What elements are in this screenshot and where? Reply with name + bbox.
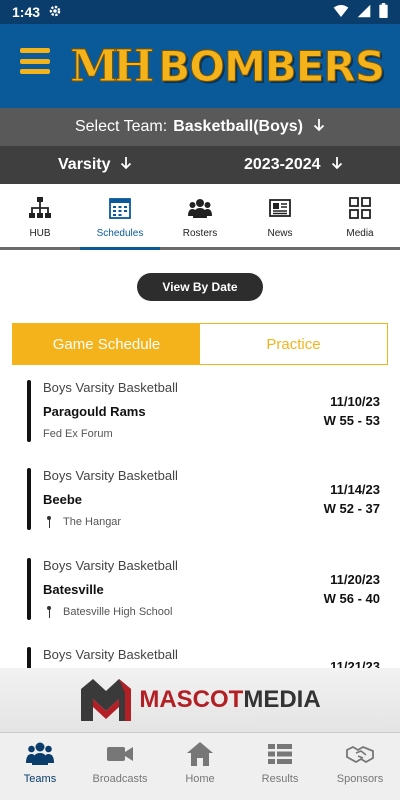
nav-label: Broadcasts bbox=[92, 773, 148, 785]
game-sport: Boys Varsity Basketball bbox=[43, 380, 178, 395]
game-result: W 55 - 53 bbox=[323, 413, 380, 428]
nav-label: Sponsors bbox=[336, 773, 384, 785]
people-icon bbox=[188, 199, 212, 218]
game-item[interactable]: Boys Varsity Basketball Beebe The Hangar… bbox=[0, 460, 400, 544]
game-divider-bar bbox=[27, 380, 31, 442]
level-season-bar: Varsity 2023-2024 bbox=[0, 146, 400, 184]
select-team-value: Basketball(Boys) bbox=[173, 118, 304, 135]
tab-label: Rosters bbox=[182, 228, 218, 239]
view-by-date-button[interactable]: View By Date bbox=[137, 273, 263, 301]
arrow-down-icon bbox=[331, 156, 343, 174]
season-dropdown[interactable]: 2023-2024 bbox=[244, 146, 343, 184]
tab-schedules[interactable]: Schedules bbox=[80, 184, 160, 250]
location-pin-icon bbox=[47, 606, 51, 618]
game-result: W 52 - 37 bbox=[323, 501, 380, 516]
game-divider-bar bbox=[27, 468, 31, 530]
game-item[interactable]: Boys Varsity Basketball 11/21/23 bbox=[0, 639, 400, 668]
location-pin-icon bbox=[47, 516, 51, 528]
practice-button[interactable]: Practice bbox=[200, 324, 387, 364]
game-date: 11/10/23 bbox=[330, 394, 380, 409]
team-icon bbox=[26, 742, 54, 765]
tab-label: Schedules bbox=[96, 228, 144, 239]
tab-hub[interactable]: HUB bbox=[0, 184, 80, 247]
game-sport: Boys Varsity Basketball bbox=[43, 468, 178, 483]
grid-icon bbox=[349, 197, 371, 219]
game-date: 11/21/23 bbox=[330, 659, 380, 668]
tab-label: News bbox=[267, 228, 293, 239]
game-date: 11/14/23 bbox=[330, 482, 380, 497]
menu-hamburger-icon[interactable] bbox=[20, 48, 50, 74]
status-time: 1:43 bbox=[12, 4, 41, 20]
level-dropdown[interactable]: Varsity bbox=[58, 146, 132, 184]
level-value: Varsity bbox=[58, 156, 111, 173]
sponsor-banner[interactable]: MASCOTMEDIA bbox=[0, 668, 400, 732]
school-logo: MH BOMBERS bbox=[69, 38, 386, 94]
video-camera-icon bbox=[107, 747, 133, 761]
game-opponent: Batesville bbox=[43, 582, 104, 597]
newspaper-icon bbox=[269, 199, 291, 217]
game-list: Boys Varsity Basketball Paragould Rams F… bbox=[0, 372, 400, 668]
nav-results[interactable]: Results bbox=[240, 733, 320, 800]
game-venue: The Hangar bbox=[43, 516, 121, 528]
status-icons bbox=[333, 3, 388, 21]
schedule-type-toggle: Game Schedule Practice bbox=[12, 323, 388, 365]
mascot-media-logo: MASCOTMEDIA bbox=[79, 677, 321, 723]
season-value: 2023-2024 bbox=[244, 156, 321, 173]
game-opponent: Beebe bbox=[43, 492, 83, 507]
nav-label: Results bbox=[261, 773, 299, 785]
handshake-icon bbox=[346, 745, 374, 764]
select-team-dropdown[interactable]: Select Team: Basketball(Boys) bbox=[0, 108, 400, 146]
mascot-media-text: MASCOTMEDIA bbox=[139, 686, 320, 714]
nav-label: Home bbox=[185, 773, 215, 785]
nav-teams[interactable]: Teams bbox=[0, 733, 80, 800]
select-team-label: Select Team: bbox=[74, 118, 168, 135]
tab-news[interactable]: News bbox=[240, 184, 320, 247]
game-date: 11/20/23 bbox=[330, 572, 380, 587]
nav-label: Teams bbox=[23, 773, 57, 785]
game-sport: Boys Varsity Basketball bbox=[43, 558, 178, 573]
game-venue: Fed Ex Forum bbox=[43, 428, 113, 440]
game-item[interactable]: Boys Varsity Basketball Paragould Rams F… bbox=[0, 372, 400, 456]
org-chart-icon bbox=[29, 197, 51, 218]
sponsor-part2: MEDIA bbox=[243, 686, 321, 713]
settings-gear-icon bbox=[48, 4, 62, 21]
bottom-navigation: Teams Broadcasts Home Results Sponsors bbox=[0, 732, 400, 800]
results-list-icon bbox=[268, 744, 292, 764]
tab-label: HUB bbox=[29, 228, 51, 239]
nav-broadcasts[interactable]: Broadcasts bbox=[80, 733, 160, 800]
game-divider-bar bbox=[27, 647, 31, 668]
game-opponent: Paragould Rams bbox=[43, 404, 146, 419]
game-schedule-button[interactable]: Game Schedule bbox=[13, 324, 200, 364]
tab-media[interactable]: Media bbox=[320, 184, 400, 247]
arrow-down-icon bbox=[313, 118, 325, 136]
sponsor-part1: MASCOT bbox=[139, 686, 244, 713]
battery-icon bbox=[379, 3, 388, 21]
game-sport: Boys Varsity Basketball bbox=[43, 647, 178, 662]
app-screen: 1:43 MH BOMBERS Select Team: Basketball(… bbox=[0, 0, 400, 800]
logo-mark: MH bbox=[69, 40, 154, 92]
tab-rosters[interactable]: Rosters bbox=[160, 184, 240, 247]
signal-icon bbox=[357, 4, 371, 21]
home-icon bbox=[187, 742, 213, 766]
game-venue: Batesville High School bbox=[43, 606, 172, 618]
calendar-icon bbox=[109, 198, 131, 219]
game-result: W 56 - 40 bbox=[323, 591, 380, 606]
game-item[interactable]: Boys Varsity Basketball Batesville Bates… bbox=[0, 550, 400, 634]
game-divider-bar bbox=[27, 558, 31, 620]
game-venue-text: Batesville High School bbox=[63, 606, 173, 618]
mascot-m-icon bbox=[81, 679, 132, 721]
arrow-down-icon bbox=[120, 156, 132, 174]
game-venue-text: The Hangar bbox=[63, 516, 122, 528]
wifi-icon bbox=[333, 4, 349, 21]
app-header: MH BOMBERS bbox=[0, 24, 400, 108]
tab-label: Media bbox=[346, 228, 374, 239]
status-bar: 1:43 bbox=[0, 0, 400, 24]
nav-sponsors[interactable]: Sponsors bbox=[320, 733, 400, 800]
game-venue-text: Fed Ex Forum bbox=[43, 428, 113, 440]
logo-text: BOMBERS bbox=[158, 41, 386, 91]
section-tabs: HUB Schedules Rosters News Media bbox=[0, 184, 400, 250]
nav-home[interactable]: Home bbox=[160, 733, 240, 800]
